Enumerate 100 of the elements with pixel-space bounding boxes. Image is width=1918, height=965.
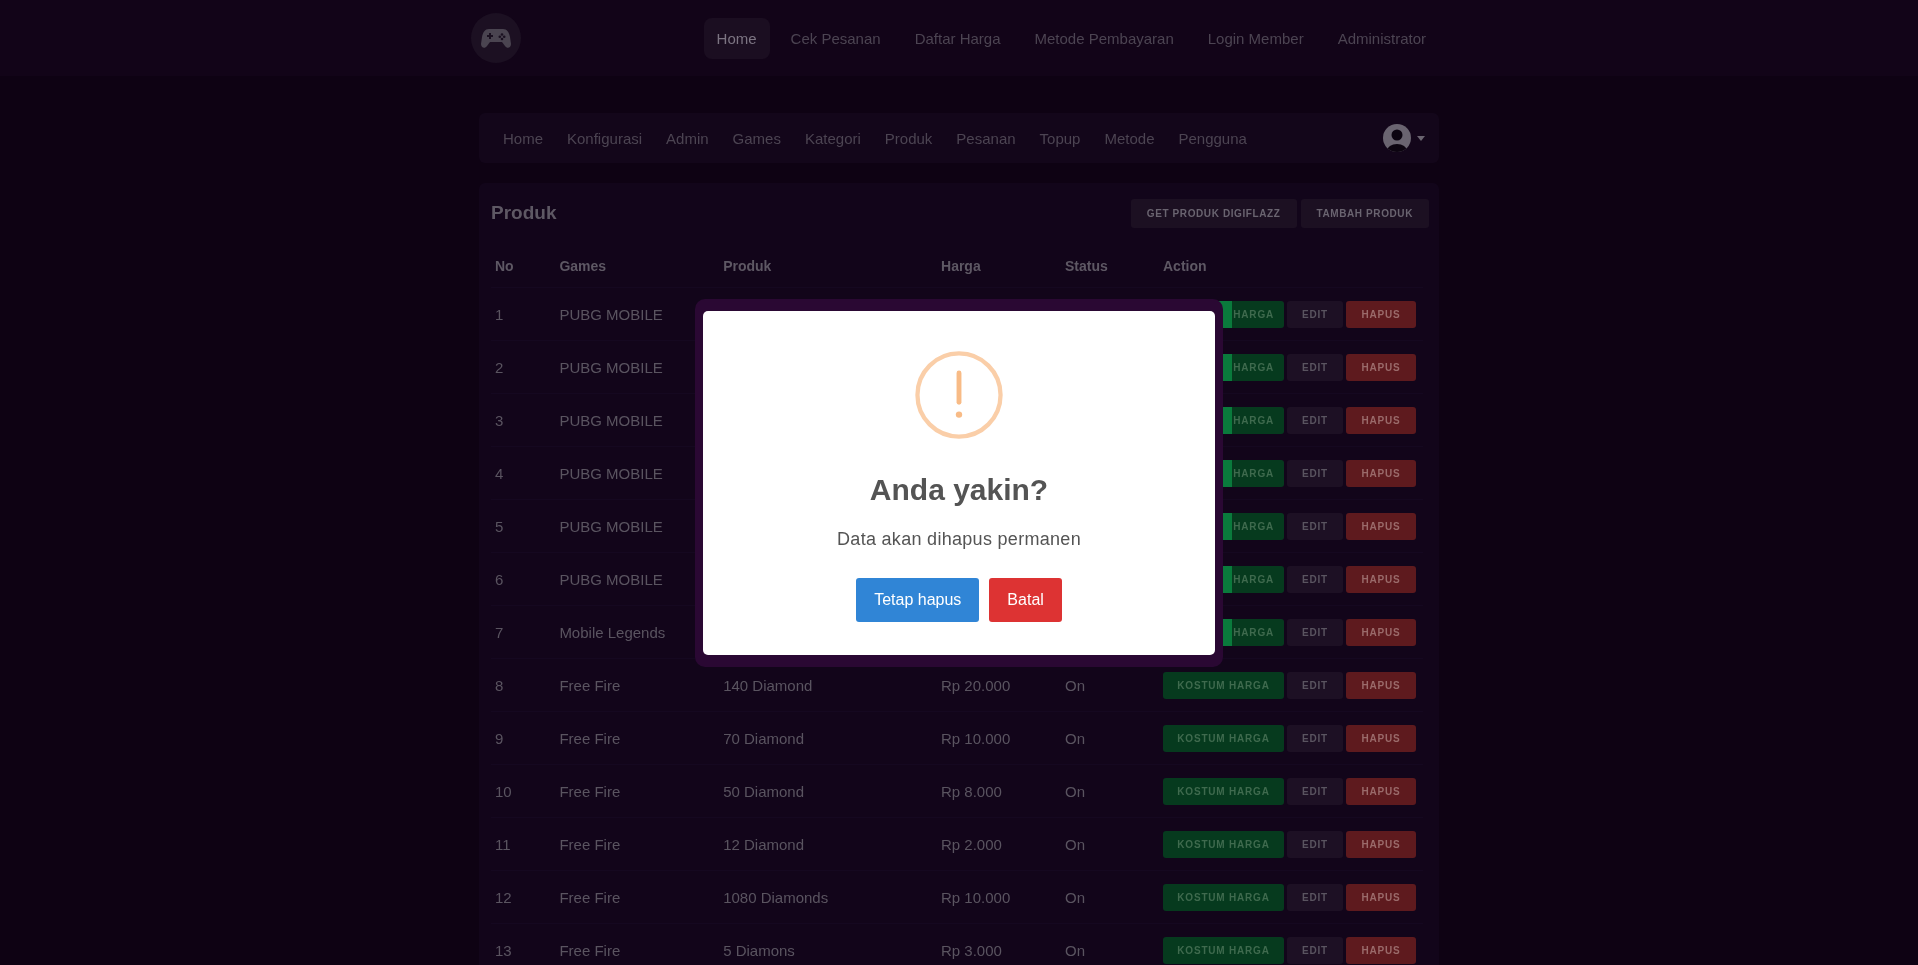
admin-menu-link[interactable]: Konfigurasi xyxy=(555,129,655,147)
table-cell: 11 xyxy=(491,817,556,871)
table-cell: 6 xyxy=(491,552,556,606)
column-header: Harga xyxy=(937,245,1061,288)
action-button[interactable]: EDIT xyxy=(1287,300,1343,328)
dialog-button[interactable]: Batal xyxy=(989,578,1062,622)
table-cell: Free Fire xyxy=(555,923,720,965)
table-cell: On xyxy=(1065,782,1085,800)
nav-link[interactable]: Cek Pesanan xyxy=(777,17,894,59)
action-button[interactable]: EDIT xyxy=(1287,830,1343,858)
table-cell: 7 xyxy=(491,605,556,659)
table-cell: 3 xyxy=(491,393,556,447)
table-cell: 13 xyxy=(491,923,556,965)
table-cell: Free Fire xyxy=(555,817,720,871)
nav-link[interactable]: Login Member xyxy=(1194,17,1317,59)
action-button[interactable]: EDIT xyxy=(1287,512,1343,540)
admin-menu-link[interactable]: Admin xyxy=(654,129,721,147)
table-cell: 10 xyxy=(491,764,556,818)
action-button[interactable]: EDIT xyxy=(1287,459,1343,487)
table-cell: Rp 10.000 xyxy=(941,888,1011,906)
action-button[interactable]: EDIT xyxy=(1287,777,1343,805)
table-cell: 12 xyxy=(491,870,556,924)
logo-icon[interactable] xyxy=(471,13,521,63)
card-title: Produk xyxy=(491,202,557,224)
action-button[interactable]: EDIT xyxy=(1287,565,1343,593)
action-button[interactable]: EDIT xyxy=(1287,353,1343,381)
action-button[interactable]: KOSTUM HARGA xyxy=(1163,777,1284,805)
table-cell: 5 xyxy=(491,499,556,553)
nav-link[interactable]: Administrator xyxy=(1324,17,1439,59)
action-button[interactable]: KOSTUM HARGA xyxy=(1163,883,1284,911)
action-button[interactable]: HAPUS xyxy=(1346,565,1416,593)
admin-menu-link[interactable]: Topup xyxy=(1027,129,1093,147)
action-button[interactable]: KOSTUM HARGA xyxy=(1163,671,1284,699)
admin-menu-link[interactable]: Games xyxy=(720,129,793,147)
action-button[interactable]: HAPUS xyxy=(1346,830,1416,858)
table-cell: On xyxy=(1065,676,1085,694)
column-header: Games xyxy=(555,245,720,288)
table-cell: 9 xyxy=(491,711,556,765)
dialog-title: Anda yakin? xyxy=(869,473,1049,507)
action-button[interactable]: HAPUS xyxy=(1346,459,1416,487)
table-cell: Free Fire xyxy=(555,711,720,765)
nav-link[interactable]: Home xyxy=(703,17,770,59)
table-cell: 70 Diamond xyxy=(723,729,805,747)
caret-icon[interactable] xyxy=(1417,135,1425,141)
admin-menu-link[interactable]: Metode xyxy=(1092,129,1167,147)
action-button[interactable]: EDIT xyxy=(1287,936,1343,964)
table-cell: On xyxy=(1065,941,1085,959)
nav-link[interactable]: Metode Pembayaran xyxy=(1021,17,1187,59)
table-cell: 1 xyxy=(491,287,556,341)
header-button[interactable]: TAMBAH PRODUK xyxy=(1300,198,1429,228)
action-button[interactable]: HAPUS xyxy=(1346,300,1416,328)
column-header: Action xyxy=(1159,245,1423,288)
action-button[interactable]: KOSTUM HARGA xyxy=(1163,724,1284,752)
action-button[interactable]: EDIT xyxy=(1287,724,1343,752)
admin-menu-link[interactable]: Pesanan xyxy=(944,129,1028,147)
action-button[interactable]: HAPUS xyxy=(1346,724,1416,752)
table-cell: On xyxy=(1065,835,1085,853)
action-button[interactable]: KOSTUM HARGA xyxy=(1163,830,1284,858)
action-button[interactable]: HAPUS xyxy=(1346,936,1416,964)
table-cell: Rp 20.000 xyxy=(941,676,1011,694)
column-header: Produk xyxy=(719,245,937,288)
table-cell: 2 xyxy=(491,340,556,394)
table-cell: 50 Diamond xyxy=(723,782,805,800)
action-button[interactable]: KOSTUM HARGA xyxy=(1163,936,1284,964)
action-button[interactable]: HAPUS xyxy=(1346,353,1416,381)
admin-menu-link[interactable]: Kategori xyxy=(792,129,873,147)
action-button[interactable]: HAPUS xyxy=(1346,883,1416,911)
action-button[interactable]: HAPUS xyxy=(1346,671,1416,699)
column-header: Status xyxy=(1061,245,1159,288)
table-cell: Free Fire xyxy=(555,870,720,924)
admin-menu-link[interactable]: Pengguna xyxy=(1166,129,1259,147)
column-header: No xyxy=(491,245,556,288)
table-cell: 8 xyxy=(491,658,556,712)
nav-link[interactable]: Daftar Harga xyxy=(901,17,1014,59)
action-button[interactable]: EDIT xyxy=(1287,406,1343,434)
table-cell: On xyxy=(1065,729,1085,747)
table-cell: On xyxy=(1065,888,1085,906)
table-cell: 140 Diamond xyxy=(723,676,813,694)
action-button[interactable]: HAPUS xyxy=(1346,777,1416,805)
action-button[interactable]: EDIT xyxy=(1287,618,1343,646)
dialog-message: Data akan dihapus permanen xyxy=(837,529,1081,550)
admin-menu-link[interactable]: Produk xyxy=(872,129,945,147)
admin-menu-link[interactable]: Home xyxy=(491,129,555,147)
table-cell: 5 Diamons xyxy=(723,941,795,959)
user-avatar-icon[interactable] xyxy=(1383,124,1411,152)
action-button[interactable]: EDIT xyxy=(1287,671,1343,699)
table-cell: 12 Diamond xyxy=(723,835,805,853)
dialog-button[interactable]: Tetap hapus xyxy=(856,578,980,622)
table-cell: 1080 Diamonds xyxy=(723,888,829,906)
header-button[interactable]: GET PRODUK DIGIFLAZZ xyxy=(1130,198,1297,228)
table-cell: Rp 2.000 xyxy=(941,835,1002,853)
action-button[interactable]: HAPUS xyxy=(1346,512,1416,540)
action-button[interactable]: HAPUS xyxy=(1346,618,1416,646)
action-button[interactable]: HAPUS xyxy=(1346,406,1416,434)
table-cell: 4 xyxy=(491,446,556,500)
table-cell: Free Fire xyxy=(555,764,720,818)
table-cell: Rp 10.000 xyxy=(941,729,1011,747)
action-button[interactable]: EDIT xyxy=(1287,883,1343,911)
table-cell: Rp 3.000 xyxy=(941,941,1002,959)
table-cell: Rp 8.000 xyxy=(941,782,1002,800)
